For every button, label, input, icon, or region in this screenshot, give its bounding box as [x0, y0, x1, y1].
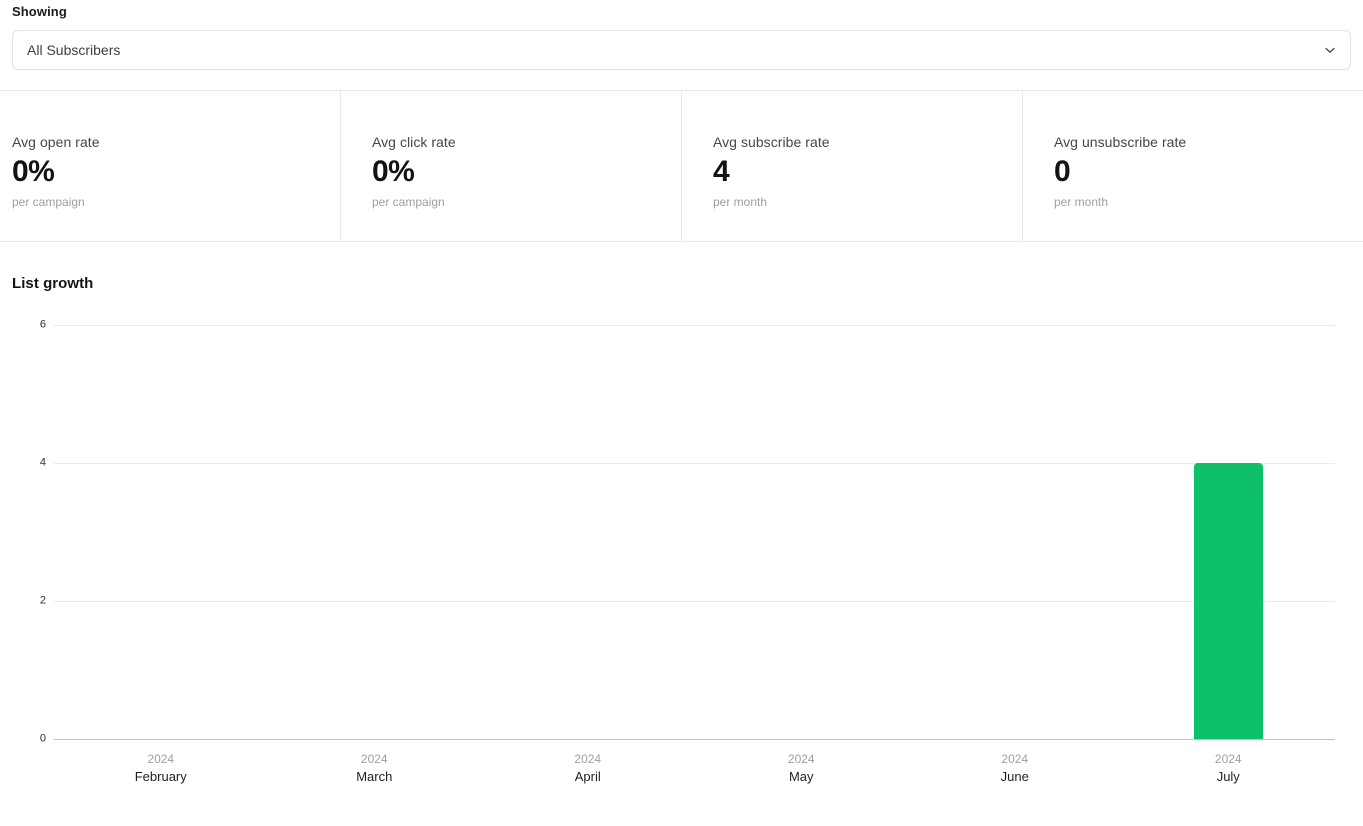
x-axis-month: April	[574, 769, 601, 784]
bar-slot	[481, 325, 695, 739]
bar-slot	[695, 325, 909, 739]
stat-subtitle: per month	[1054, 195, 1109, 209]
stat-value: 0%	[372, 155, 415, 188]
x-axis-year: 2024	[1001, 752, 1029, 766]
list-growth-page: Showing All Subscribers Avg open rate 0%…	[0, 0, 1363, 826]
showing-label: Showing	[12, 4, 67, 19]
stat-card-click-rate: Avg click rate 0% per campaign	[340, 91, 681, 241]
bar-slot	[908, 325, 1122, 739]
subscriber-filter: Showing All Subscribers	[0, 0, 1363, 70]
gridline: 0	[40, 733, 1335, 744]
x-axis-month: February	[134, 769, 187, 784]
x-axis-year: 2024	[147, 752, 175, 766]
y-axis-tick-label: 6	[39, 318, 46, 331]
subscriber-select-value: All Subscribers	[27, 42, 121, 58]
bar-slot	[1122, 325, 1336, 739]
stat-subtitle: per campaign	[12, 195, 85, 209]
x-axis-tick-label: 2024 March	[268, 751, 482, 785]
stat-subtitle: per campaign	[372, 195, 445, 209]
bar-slot	[268, 325, 482, 739]
stat-value: 4	[713, 155, 730, 188]
y-axis-tick-label: 4	[39, 456, 46, 469]
stat-title: Avg open rate	[12, 134, 100, 150]
x-axis-year: 2024	[787, 752, 815, 766]
subscriber-select[interactable]: All Subscribers	[12, 30, 1351, 70]
list-growth-section: List growth 0246 2024 February 2024 March 20…	[0, 242, 1363, 797]
stats-row: Avg open rate 0% per campaign Avg click …	[0, 90, 1363, 242]
x-axis-year: 2024	[360, 752, 388, 766]
chart-bars	[54, 325, 1335, 739]
stat-title: Avg click rate	[372, 134, 456, 150]
stat-value: 0	[1054, 155, 1071, 188]
x-axis-year: 2024	[574, 752, 602, 766]
x-axis-month: March	[356, 769, 393, 784]
chart-bar[interactable]	[1193, 463, 1263, 739]
y-axis-tick-label: 2	[39, 594, 46, 607]
x-axis-year: 2024	[1214, 752, 1242, 766]
stat-title: Avg unsubscribe rate	[1054, 134, 1187, 150]
bar-slot	[54, 325, 268, 739]
list-growth-chart: 0 2 4 6 2024 February 2024 March 2024 April 2024 M…	[12, 317, 1351, 797]
x-axis-tick-label: 2024 February	[54, 751, 268, 785]
stat-card-unsubscribe-rate: Avg unsubscribe rate 0 per month	[1022, 91, 1363, 241]
x-axis-tick-label: 2024 May	[695, 751, 909, 785]
stat-title: Avg subscribe rate	[713, 134, 830, 150]
x-axis-tick-label: 2024 April	[481, 751, 695, 785]
x-axis-month: June	[1000, 769, 1029, 784]
x-axis-month: July	[1216, 769, 1240, 784]
subscriber-select-wrapper[interactable]: All Subscribers	[12, 30, 1351, 70]
stat-subtitle: per month	[713, 195, 768, 209]
chart-x-axis: 2024 February 2024 March 2024 April 2024 May 202…	[54, 751, 1335, 785]
stat-card-open-rate: Avg open rate 0% per campaign	[0, 91, 340, 241]
stat-value: 0%	[12, 155, 55, 188]
stat-card-subscribe-rate: Avg subscribe rate 4 per month	[681, 91, 1022, 241]
chart-title: List growth	[12, 275, 94, 292]
x-axis-tick-label: 2024 June	[908, 751, 1122, 785]
y-axis-tick-label: 0	[39, 732, 46, 745]
chart-plot-area: 0 2 4 6	[40, 319, 1335, 744]
x-axis-tick-label: 2024 July	[1122, 751, 1336, 785]
x-axis-month: May	[788, 769, 814, 784]
